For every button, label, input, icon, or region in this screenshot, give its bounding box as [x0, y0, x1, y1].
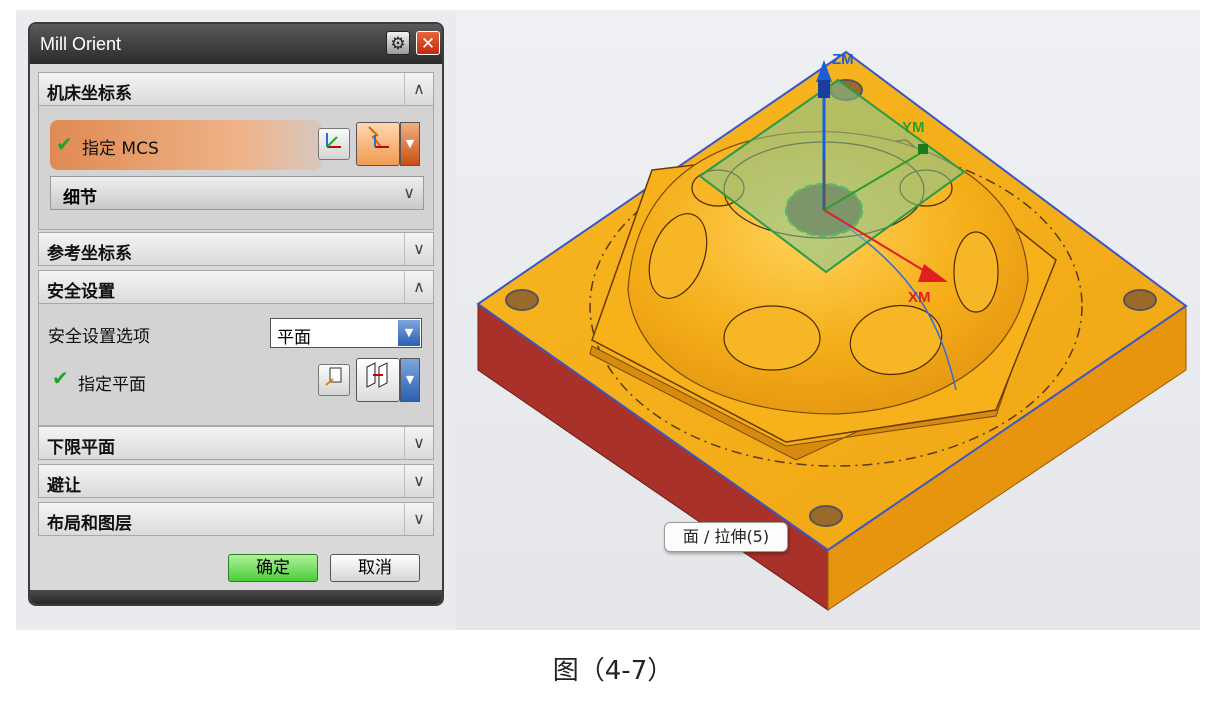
csys-dropdown-button[interactable]: ▼: [400, 122, 420, 166]
section-layout-label: 布局和图层: [47, 514, 132, 534]
dialog-footer: [30, 590, 442, 604]
section-avoidance-label: 避让: [47, 476, 81, 496]
chevron-down-icon[interactable]: ∨: [404, 427, 433, 459]
figure-caption: 图（4-7）: [552, 656, 674, 686]
selection-tooltip: 面 / 拉伸(5): [664, 522, 788, 552]
chevron-down-icon[interactable]: ∨: [403, 183, 415, 202]
x-axis-label: XM: [908, 289, 931, 306]
plane-icon: [325, 367, 342, 386]
section-reference-label: 参考坐标系: [47, 244, 132, 264]
specify-mcs-label: 指定 MCS: [82, 139, 159, 159]
chevron-down-icon: ▼: [405, 373, 415, 386]
chevron-down-icon: ▼: [405, 137, 415, 150]
z-axis-label: ZM: [832, 51, 854, 68]
section-reference-header[interactable]: 参考坐标系 ∨: [38, 232, 434, 266]
chevron-up-icon[interactable]: ∧: [404, 271, 433, 303]
graphics-viewport[interactable]: ZM YM XM: [456, 10, 1200, 630]
dome-pocket: [953, 231, 999, 313]
section-layout-header[interactable]: 布局和图层 ∨: [38, 502, 434, 536]
check-icon: ✔: [56, 132, 73, 156]
close-icon[interactable]: ✕: [416, 31, 440, 55]
section-mcs-label: 机床坐标系: [47, 84, 132, 104]
dome-pocket: [723, 305, 821, 371]
chevron-up-icon[interactable]: ∧: [404, 73, 433, 105]
corner-hole: [505, 289, 539, 311]
corner-hole: [809, 505, 843, 527]
section-mcs-header[interactable]: 机床坐标系 ∧: [38, 72, 434, 106]
lightning-csys-icon: [368, 126, 389, 148]
check-icon: ✔: [52, 366, 69, 390]
corner-hole: [1123, 289, 1157, 311]
dialog-titlebar[interactable]: Mill Orient ⚙ ✕: [30, 24, 442, 64]
mill-orient-dialog: Mill Orient ⚙ ✕ 机床坐标系 ∧ ✔ 指定 MCS ▼ 细节 ∨: [28, 22, 444, 606]
chevron-down-icon[interactable]: ∨: [404, 503, 433, 535]
dialog-title: Mill Orient: [40, 34, 122, 54]
gear-icon[interactable]: ⚙: [386, 31, 410, 55]
csys-icon: [326, 133, 341, 148]
specify-plane-label[interactable]: 指定平面: [78, 370, 146, 395]
y-axis-label: YM: [902, 119, 925, 136]
cancel-button[interactable]: 取消: [330, 554, 420, 582]
section-safety-header[interactable]: 安全设置 ∧: [38, 270, 434, 304]
plane-inferred-icon: [366, 362, 388, 388]
section-avoidance-header[interactable]: 避让 ∨: [38, 464, 434, 498]
part-model: ZM YM XM: [476, 50, 1188, 611]
plane-inferred-button[interactable]: [356, 358, 400, 402]
section-lower-plane-label: 下限平面: [47, 438, 115, 458]
plane-dropdown-button[interactable]: ▼: [400, 358, 420, 402]
details-label: 细节: [63, 188, 97, 208]
specify-mcs-row[interactable]: ✔ 指定 MCS: [50, 120, 322, 170]
plane-dialog-button[interactable]: [318, 364, 350, 396]
safety-option-select[interactable]: 平面 ▼: [270, 318, 422, 348]
details-subsection[interactable]: 细节 ∨: [50, 176, 424, 210]
z-axis-handle: [818, 80, 830, 98]
ok-button[interactable]: 确定: [228, 554, 318, 582]
section-lower-plane-header[interactable]: 下限平面 ∨: [38, 426, 434, 460]
safety-option-label: 安全设置选项: [48, 327, 150, 347]
chevron-down-icon: ▼: [398, 320, 420, 346]
safety-option-value: 平面: [277, 328, 311, 348]
screenshot-area: ZM YM XM Mill Orient ⚙ ✕ 机床坐标系 ∧ ✔ 指定 MC…: [16, 10, 1200, 630]
csys-inferred-button[interactable]: [356, 122, 400, 166]
chevron-down-icon[interactable]: ∨: [404, 465, 433, 497]
chevron-down-icon[interactable]: ∨: [404, 233, 433, 265]
y-axis-handle: [918, 144, 928, 154]
section-safety-label: 安全设置: [47, 282, 115, 302]
csys-dialog-button[interactable]: [318, 128, 350, 160]
